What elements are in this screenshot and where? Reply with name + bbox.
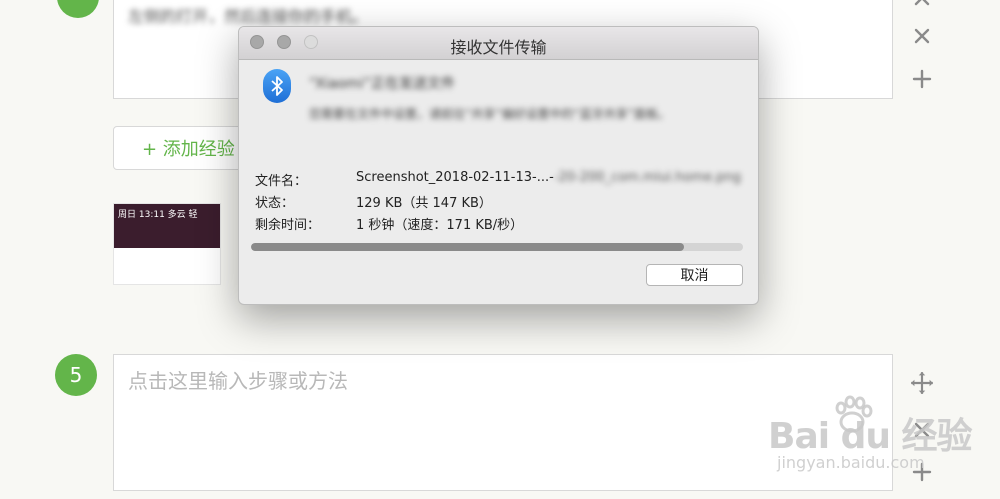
cancel-button[interactable]: 取消 — [646, 264, 743, 286]
move-icon[interactable] — [909, 370, 935, 396]
dialog-message-title: “Xiaomi”正在发送文件 — [309, 76, 455, 92]
dialog-title: 接收文件传输 — [450, 38, 547, 57]
step-placeholder: 点击这里输入步骤或方法 — [128, 369, 348, 393]
transfer-progress-fill — [251, 243, 684, 251]
bluetooth-icon — [263, 69, 291, 103]
file-transfer-dialog: 接收文件传输 “Xiaomi”正在发送文件 您需要在文件中设置，请前往“共享”偏… — [238, 26, 759, 305]
status-label: 状态： — [255, 196, 295, 211]
dialog-message-body: 您需要在文件中设置，请前往“共享”偏好设置中的“蓝牙共享”面板。 — [309, 107, 670, 121]
remaining-time-value: 1 秒钟（速度：171 KB/秒） — [356, 218, 524, 233]
filename-label: 文件名： — [255, 174, 308, 189]
dialog-titlebar: 接收文件传输 — [239, 27, 758, 60]
transfer-progress-bar — [251, 243, 743, 251]
status-value: 129 KB（共 147 KB） — [356, 196, 492, 211]
close-icon[interactable] — [910, 24, 934, 48]
filename-blurred: -20-200_com.miui.home.png — [553, 170, 741, 185]
add-icon[interactable] — [910, 67, 934, 91]
remaining-time-label: 剩余时间： — [255, 218, 321, 233]
add-experience-label: + 添加经验 — [142, 139, 235, 160]
filename-visible: Screenshot_2018-02-11-13-...- — [356, 170, 554, 185]
screenshot-thumbnail[interactable]: 周日 13:11 多云 轻 — [113, 203, 221, 285]
filename-value: Screenshot_2018-02-11-13-...--20-200_com… — [356, 170, 741, 185]
thumbnail-status-bar: 周日 13:11 多云 轻 — [114, 204, 220, 248]
close-icon-top[interactable] — [910, 0, 934, 10]
baidu-watermark-url: jingyan.baidu.com — [777, 453, 925, 472]
step-number-4 — [57, 0, 99, 18]
thumbnail-status-text: 周日 13:11 多云 轻 — [118, 210, 198, 220]
paw-icon — [835, 395, 873, 433]
step-text-blurred: 左侧的打开，然后连接你的手机。 — [128, 7, 369, 26]
step-number-5: 5 — [55, 354, 97, 396]
